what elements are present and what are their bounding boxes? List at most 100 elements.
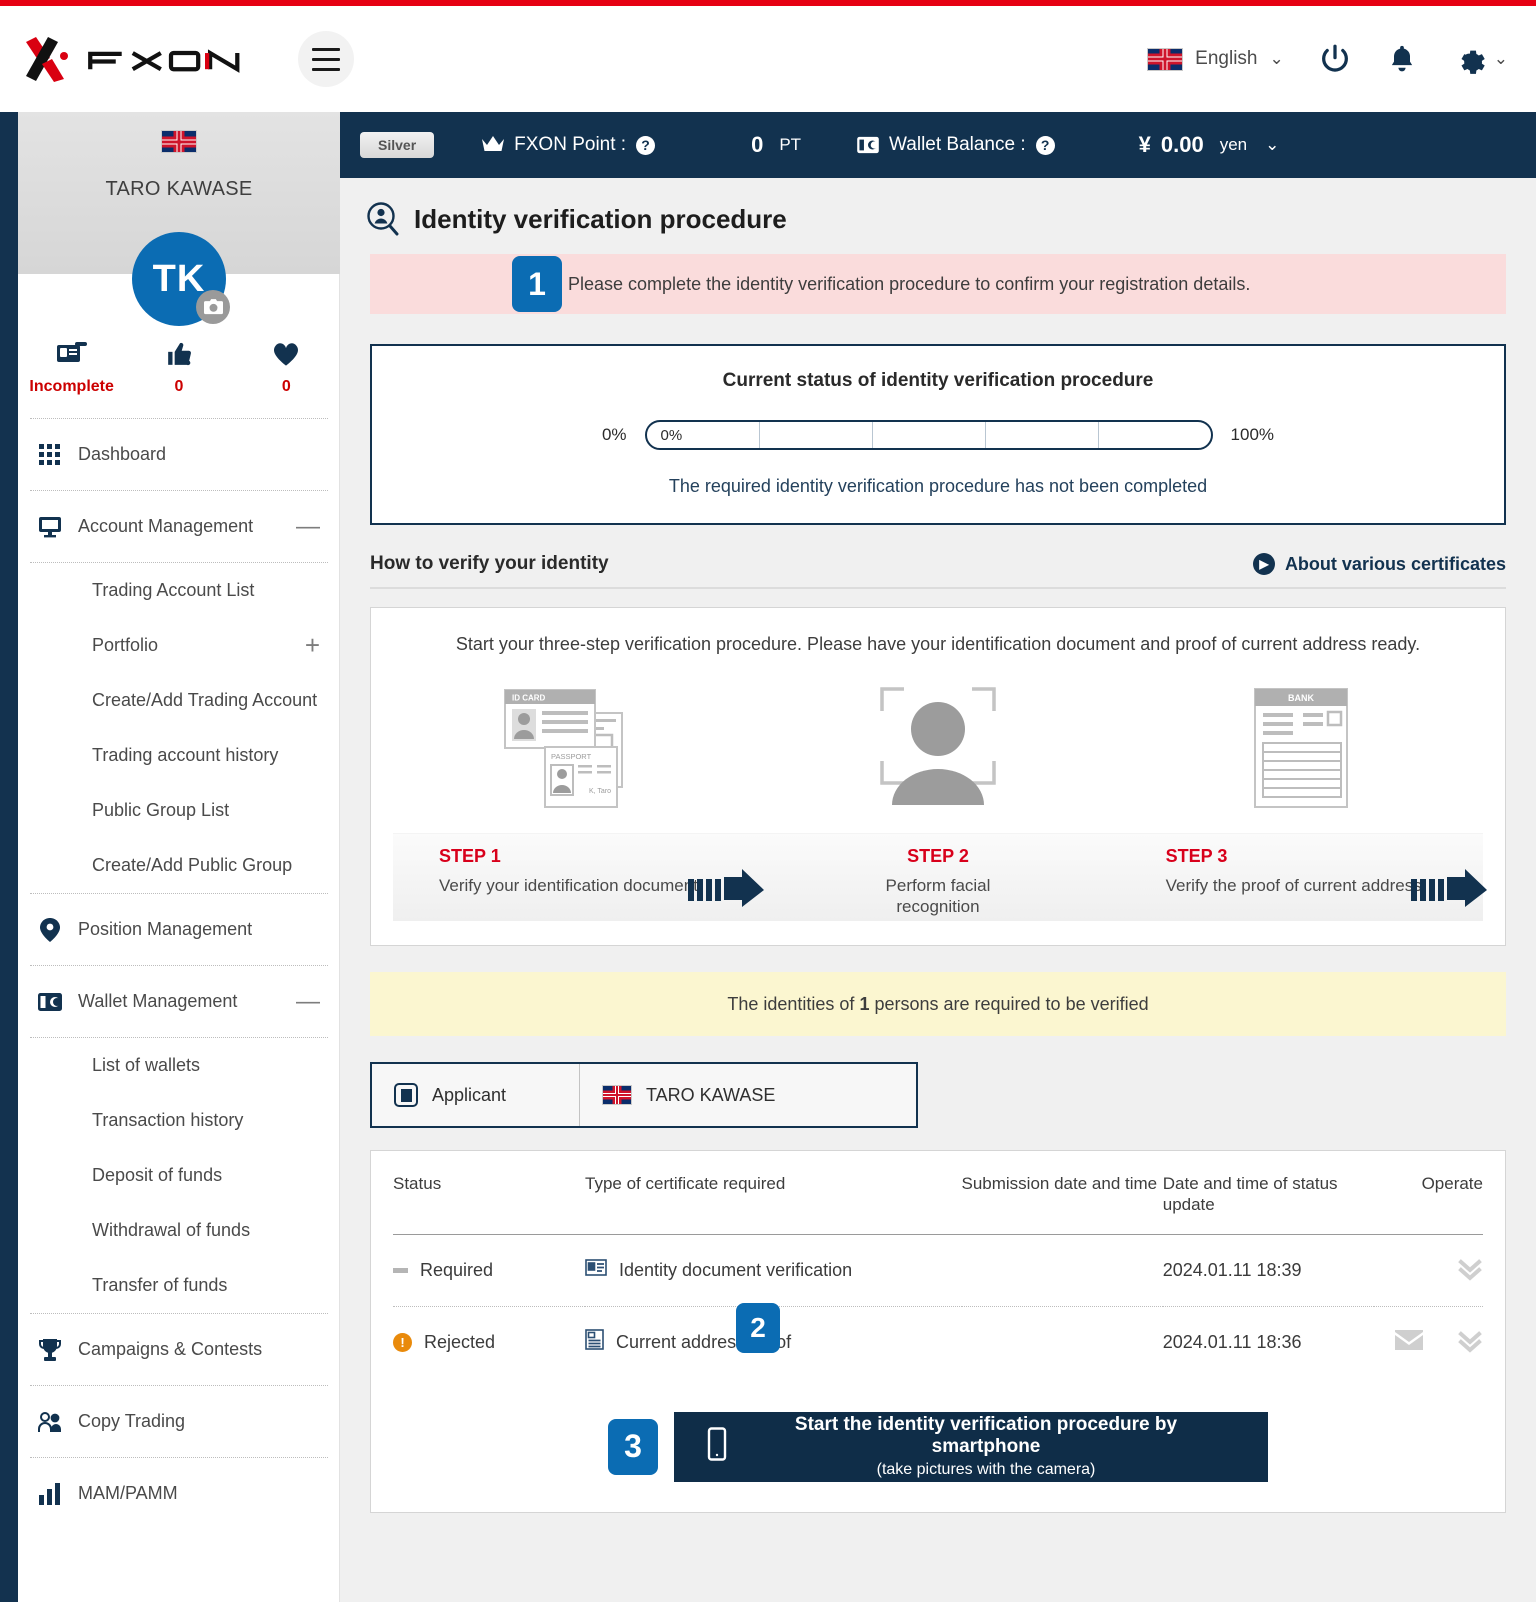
stat-verification[interactable]: Incomplete <box>18 338 125 396</box>
sidebar-item-copy-trading[interactable]: Copy Trading <box>30 1385 328 1457</box>
envelope-icon[interactable] <box>1395 1329 1423 1355</box>
plus-icon[interactable]: + <box>305 630 328 661</box>
sidebar-item-position-management[interactable]: Position Management <box>30 893 328 965</box>
sidebar: TARO KAWASE TK Incomplete 0 0 Dashboard … <box>0 112 340 1602</box>
stat-likes[interactable]: 0 <box>125 338 232 396</box>
sidebar-item-account-management[interactable]: Account Management — <box>30 490 328 562</box>
collapse-icon[interactable]: — <box>296 514 320 539</box>
row-operate-cell <box>1373 1234 1483 1307</box>
fxon-wordmark-icon <box>88 49 240 73</box>
app-body: TARO KAWASE TK Incomplete 0 0 Dashboard … <box>0 112 1536 1602</box>
sidebar-subitem-label: Transfer of funds <box>92 1275 228 1295</box>
avatar[interactable]: TK <box>132 232 230 326</box>
sidebar-menu: Dashboard Account Management — Trading A… <box>18 418 340 1529</box>
page-title: Identity verification procedure <box>340 178 1536 254</box>
row-operate-cell <box>1374 1306 1483 1378</box>
sidebar-item-withdrawal-of-funds[interactable]: Withdrawal of funds <box>30 1203 328 1258</box>
heart-icon <box>233 338 340 370</box>
sidebar-item-deposit-of-funds[interactable]: Deposit of funds <box>30 1148 328 1203</box>
hamburger-bar <box>312 67 340 71</box>
sidebar-item-label: Campaigns & Contests <box>78 1339 263 1359</box>
tier-badge: Silver <box>360 132 435 158</box>
sidebar-item-campaigns-contests[interactable]: Campaigns & Contests <box>30 1313 328 1385</box>
column-type: Type of certificate required <box>585 1151 962 1235</box>
document-icon <box>585 1329 604 1355</box>
applicant-name-label: TARO KAWASE <box>646 1084 776 1105</box>
bell-icon[interactable] <box>1386 42 1418 76</box>
power-icon[interactable] <box>1318 42 1352 76</box>
step-1: ID CARD PASSPORT K, Taro STEP 1 Verify y… <box>393 675 764 921</box>
sidebar-item-label: Copy Trading <box>78 1411 186 1431</box>
sidebar-item-dashboard[interactable]: Dashboard <box>30 418 328 490</box>
header-actions: English ⌄ ⌄ <box>1147 42 1508 76</box>
double-chevron-down-icon[interactable] <box>1457 1255 1483 1286</box>
sidebar-item-portfolio[interactable]: Portfolio + <box>30 618 328 673</box>
person-card-icon <box>394 1083 418 1107</box>
sidebar-subitem-label: Create/Add Public Group <box>92 855 293 875</box>
row-status-label: Rejected <box>424 1331 496 1352</box>
persons-notice-count: 1 <box>859 993 870 1014</box>
column-status-update: Date and time of status update <box>1162 1151 1374 1235</box>
sidebar-item-wallet-management[interactable]: Wallet Management — <box>30 965 328 1037</box>
wallet-icon <box>38 992 62 1012</box>
settings-menu[interactable]: ⌄ <box>1452 42 1508 76</box>
trophy-icon <box>38 1338 62 1362</box>
wallet-balance-value-block[interactable]: ¥ 0.00 yen ⌄ <box>1139 132 1280 158</box>
camera-icon[interactable] <box>196 290 230 324</box>
sidebar-item-transaction-history[interactable]: Transaction history <box>30 1093 328 1148</box>
step-2: STEP 2 Perform facial recognition <box>756 675 1488 921</box>
fxon-mark-icon <box>26 37 68 82</box>
table-row[interactable]: Required Identity document verification … <box>393 1234 1483 1307</box>
sidebar-item-create-add-public-group[interactable]: Create/Add Public Group <box>30 838 328 893</box>
gear-icon <box>1461 50 1485 74</box>
progress-min-label: 0% <box>601 425 627 444</box>
sidebar-item-list-of-wallets[interactable]: List of wallets <box>30 1038 328 1093</box>
steps-lead-text: Start your three-step verification proce… <box>455 634 1421 654</box>
row-status-label: Required <box>420 1259 494 1280</box>
progress-row: 0% 0% 100% <box>372 420 1504 450</box>
row-update-cell: 2024.01.11 18:36 <box>1162 1331 1302 1352</box>
double-chevron-down-icon[interactable] <box>1457 1327 1483 1358</box>
svg-text:ID CARD: ID CARD <box>512 694 546 703</box>
table-row[interactable]: 2 ! Rejected Current address proof 2024.… <box>393 1302 1483 1378</box>
persons-required-notice: The identities of 1 persons are required… <box>370 972 1506 1036</box>
sidebar-item-public-group-list[interactable]: Public Group List <box>30 783 328 838</box>
chevron-down-icon: ⌄ <box>1269 49 1284 68</box>
sidebar-item-mam-pamm[interactable]: MAM/PAMM <box>30 1457 328 1529</box>
step-marker-3: 3 <box>608 1418 658 1475</box>
id-card-icon <box>18 338 125 370</box>
fxon-point-unit: PT <box>779 135 802 154</box>
column-operate: Operate <box>1373 1151 1483 1235</box>
chevron-down-icon[interactable]: ⌄ <box>1265 135 1279 155</box>
steps-grid: ID CARD PASSPORT K, Taro STEP 1 Verify y… <box>393 675 1488 921</box>
step-arrow-2-3 <box>1411 869 1491 907</box>
applicant-name-cell[interactable]: TARO KAWASE <box>580 1064 797 1126</box>
row-status-cell: Required <box>393 1234 586 1307</box>
step-2-number: STEP 2 <box>907 846 969 866</box>
currency-symbol: ¥ <box>1138 132 1151 157</box>
status-card-note: The required identity verification proce… <box>668 476 1208 496</box>
question-mark-icon[interactable]: ? <box>1035 135 1055 155</box>
sidebar-item-create-add-trading-account[interactable]: Create/Add Trading Account <box>30 673 328 728</box>
question-mark-icon[interactable]: ? <box>636 135 656 155</box>
language-selector[interactable]: English ⌄ <box>1147 47 1284 71</box>
sidebar-item-transfer-of-funds[interactable]: Transfer of funds <box>30 1258 328 1313</box>
about-certificates-link[interactable]: ▶ About various certificates <box>1252 553 1506 575</box>
pin-icon <box>38 917 62 942</box>
row-type-label: Identity document verification <box>619 1259 853 1280</box>
start-verification-smartphone-button[interactable]: Start the identity verification procedur… <box>674 1411 1268 1482</box>
table-header-row: Status Type of certificate required Subm… <box>393 1151 1483 1235</box>
row-update-cell: 2024.01.11 18:39 <box>1162 1234 1374 1307</box>
stat-favorites[interactable]: 0 <box>233 338 340 396</box>
hamburger-menu-button[interactable] <box>298 31 354 87</box>
account-status-bar: Silver FXON Point : ? 0 PT Wallet Balanc… <box>340 112 1536 178</box>
collapse-icon[interactable]: — <box>296 989 320 1014</box>
column-submission-date: Submission date and time <box>961 1151 1163 1235</box>
column-status: Status <box>393 1151 586 1235</box>
sidebar-item-trading-account-list[interactable]: Trading Account List <box>30 563 328 618</box>
sidebar-item-trading-account-history[interactable]: Trading account history <box>30 728 328 783</box>
brand-logo[interactable] <box>20 34 256 84</box>
uk-flag-icon <box>602 1085 632 1105</box>
sidebar-subitem-label: Create/Add Trading Account <box>92 690 318 710</box>
applicant-tab[interactable]: Applicant TARO KAWASE <box>370 1062 918 1128</box>
